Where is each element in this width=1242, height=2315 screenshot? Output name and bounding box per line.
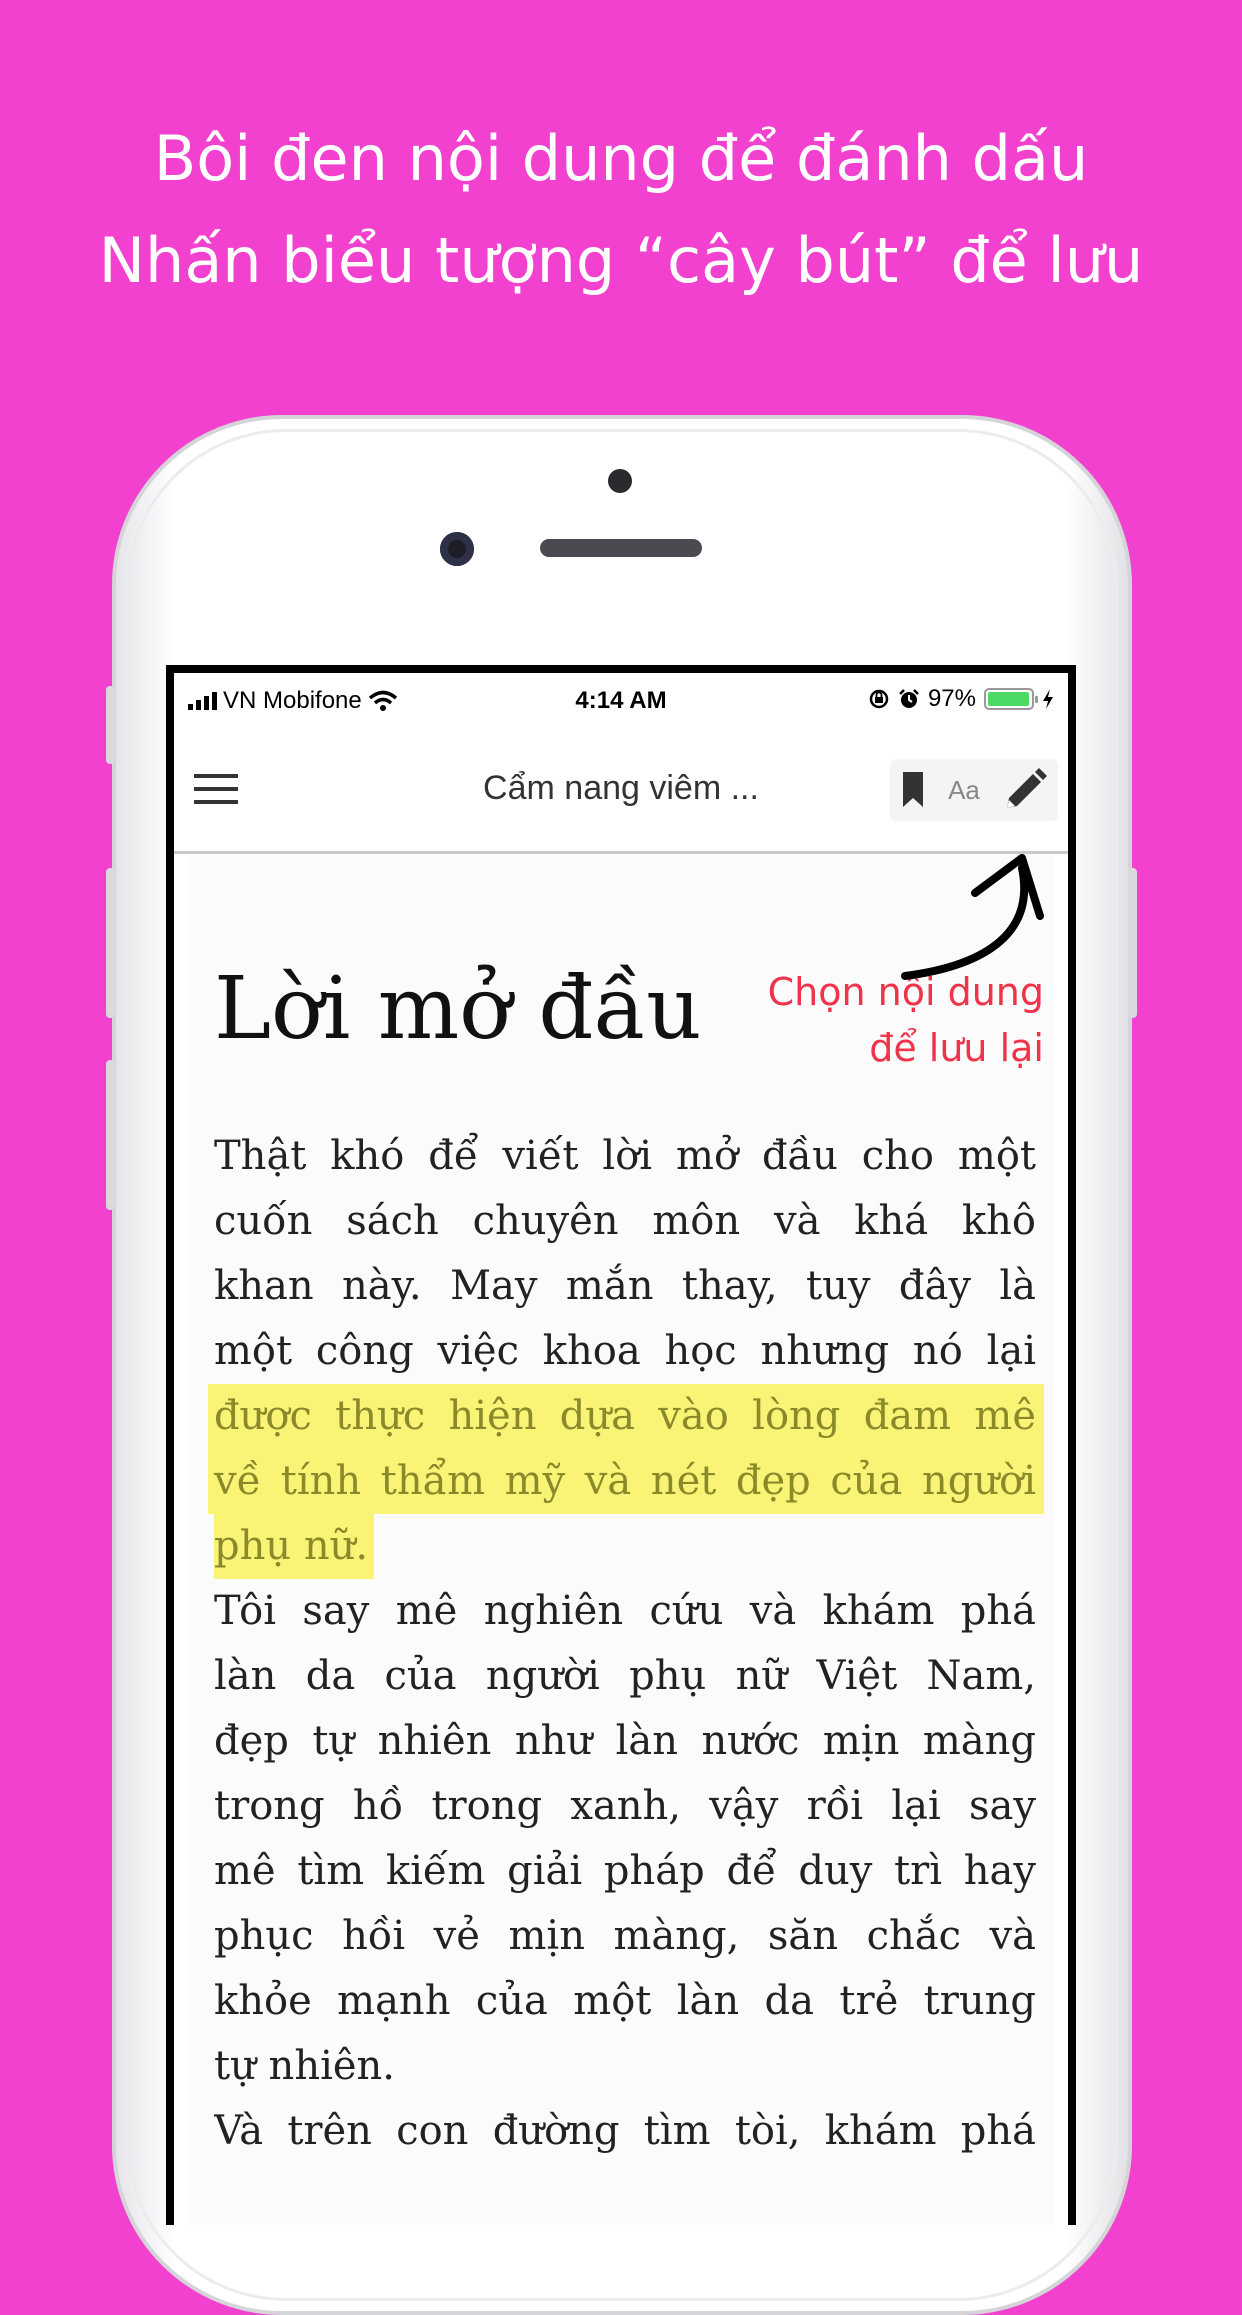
- caption: Bôi đen nội dung để đánh dấu Nhấn biểu t…: [0, 108, 1242, 312]
- text-line: Thật khó để viết lời mở đầu cho một: [214, 1133, 1036, 1179]
- text-line: Tôi say mê nghiên cứu và khám phá: [214, 1588, 1036, 1634]
- charging-icon: [1043, 689, 1053, 709]
- pencil-icon[interactable]: [1003, 768, 1047, 812]
- reader-tools: Aa: [890, 759, 1058, 821]
- front-camera: [440, 532, 474, 566]
- text-line: trong hồ trong xanh, vậy rồi lại say: [214, 1783, 1036, 1829]
- text-line: Và trên con đường tìm tòi, khám phá: [214, 2108, 1036, 2154]
- battery-icon: [984, 688, 1038, 710]
- volume-up-button: [106, 868, 115, 1018]
- chapter-heading: Lời mở đầu: [214, 959, 702, 1059]
- highlighted-line-end: phụ nữ.: [214, 1514, 1036, 1579]
- annotation-line-2: để lưu lại: [869, 1026, 1044, 1070]
- reader-content: Lời mở đầu Chọn nội dung để lưu lại Thật…: [188, 854, 1054, 2225]
- text-line: tự nhiên.: [214, 2043, 396, 2089]
- earpiece-speaker: [540, 539, 702, 557]
- text-line: khỏe mạnh của một làn da trẻ trung: [214, 1978, 1036, 2024]
- highlighted-line[interactable]: về tính thẩm mỹ và nét đẹp của người: [208, 1449, 1044, 1514]
- text-line: phục hồi vẻ mịn màng, săn chắc và: [214, 1913, 1036, 1959]
- annotation-note: Chọn nội dung để lưu lại: [768, 964, 1044, 1076]
- power-button: [1128, 868, 1137, 1018]
- font-size-button[interactable]: Aa: [948, 775, 980, 806]
- rotation-lock-icon: [869, 689, 889, 709]
- alarm-icon: [899, 689, 919, 708]
- mute-switch: [106, 686, 115, 764]
- highlighted-text[interactable]: phụ nữ.: [214, 1514, 375, 1579]
- text-line: mê tìm kiếm giải pháp để duy trì hay: [214, 1848, 1036, 1894]
- text-line: khan này. May mắn thay, tuy đây là: [214, 1263, 1036, 1309]
- status-bar: VN Mobifone 4:14 AM 97%: [174, 673, 1068, 731]
- text-line: một công việc khoa học nhưng nó lại: [214, 1328, 1036, 1374]
- volume-down-button: [106, 1060, 115, 1210]
- text-line: đẹp tự nhiên như làn nước mịn màng: [214, 1718, 1036, 1764]
- bookmark-icon[interactable]: [901, 772, 925, 808]
- article-body[interactable]: Thật khó để viết lời mở đầu cho một cuốn…: [208, 1124, 1044, 2164]
- app-screen: VN Mobifone 4:14 AM 97% Cẩm nang viêm ..…: [174, 673, 1068, 2225]
- highlighted-line[interactable]: được thực hiện dựa vào lòng đam mê: [208, 1384, 1044, 1449]
- text-line: làn da của người phụ nữ Việt Nam,: [214, 1653, 1036, 1699]
- caption-line-2: Nhấn biểu tượng “cây bút” để lưu: [98, 224, 1144, 297]
- status-right-group: 97%: [868, 685, 1054, 713]
- annotation-line-1: Chọn nội dung: [767, 970, 1044, 1014]
- text-line: cuốn sách chuyên môn và khá khô: [214, 1198, 1036, 1244]
- proximity-sensor: [608, 469, 632, 493]
- phone-screen: VN Mobifone 4:14 AM 97% Cẩm nang viêm ..…: [166, 665, 1076, 2225]
- reader-navbar: Cẩm nang viêm ... Aa: [174, 731, 1068, 854]
- caption-line-1: Bôi đen nội dung để đánh dấu: [153, 122, 1089, 195]
- battery-percent: 97%: [927, 685, 976, 712]
